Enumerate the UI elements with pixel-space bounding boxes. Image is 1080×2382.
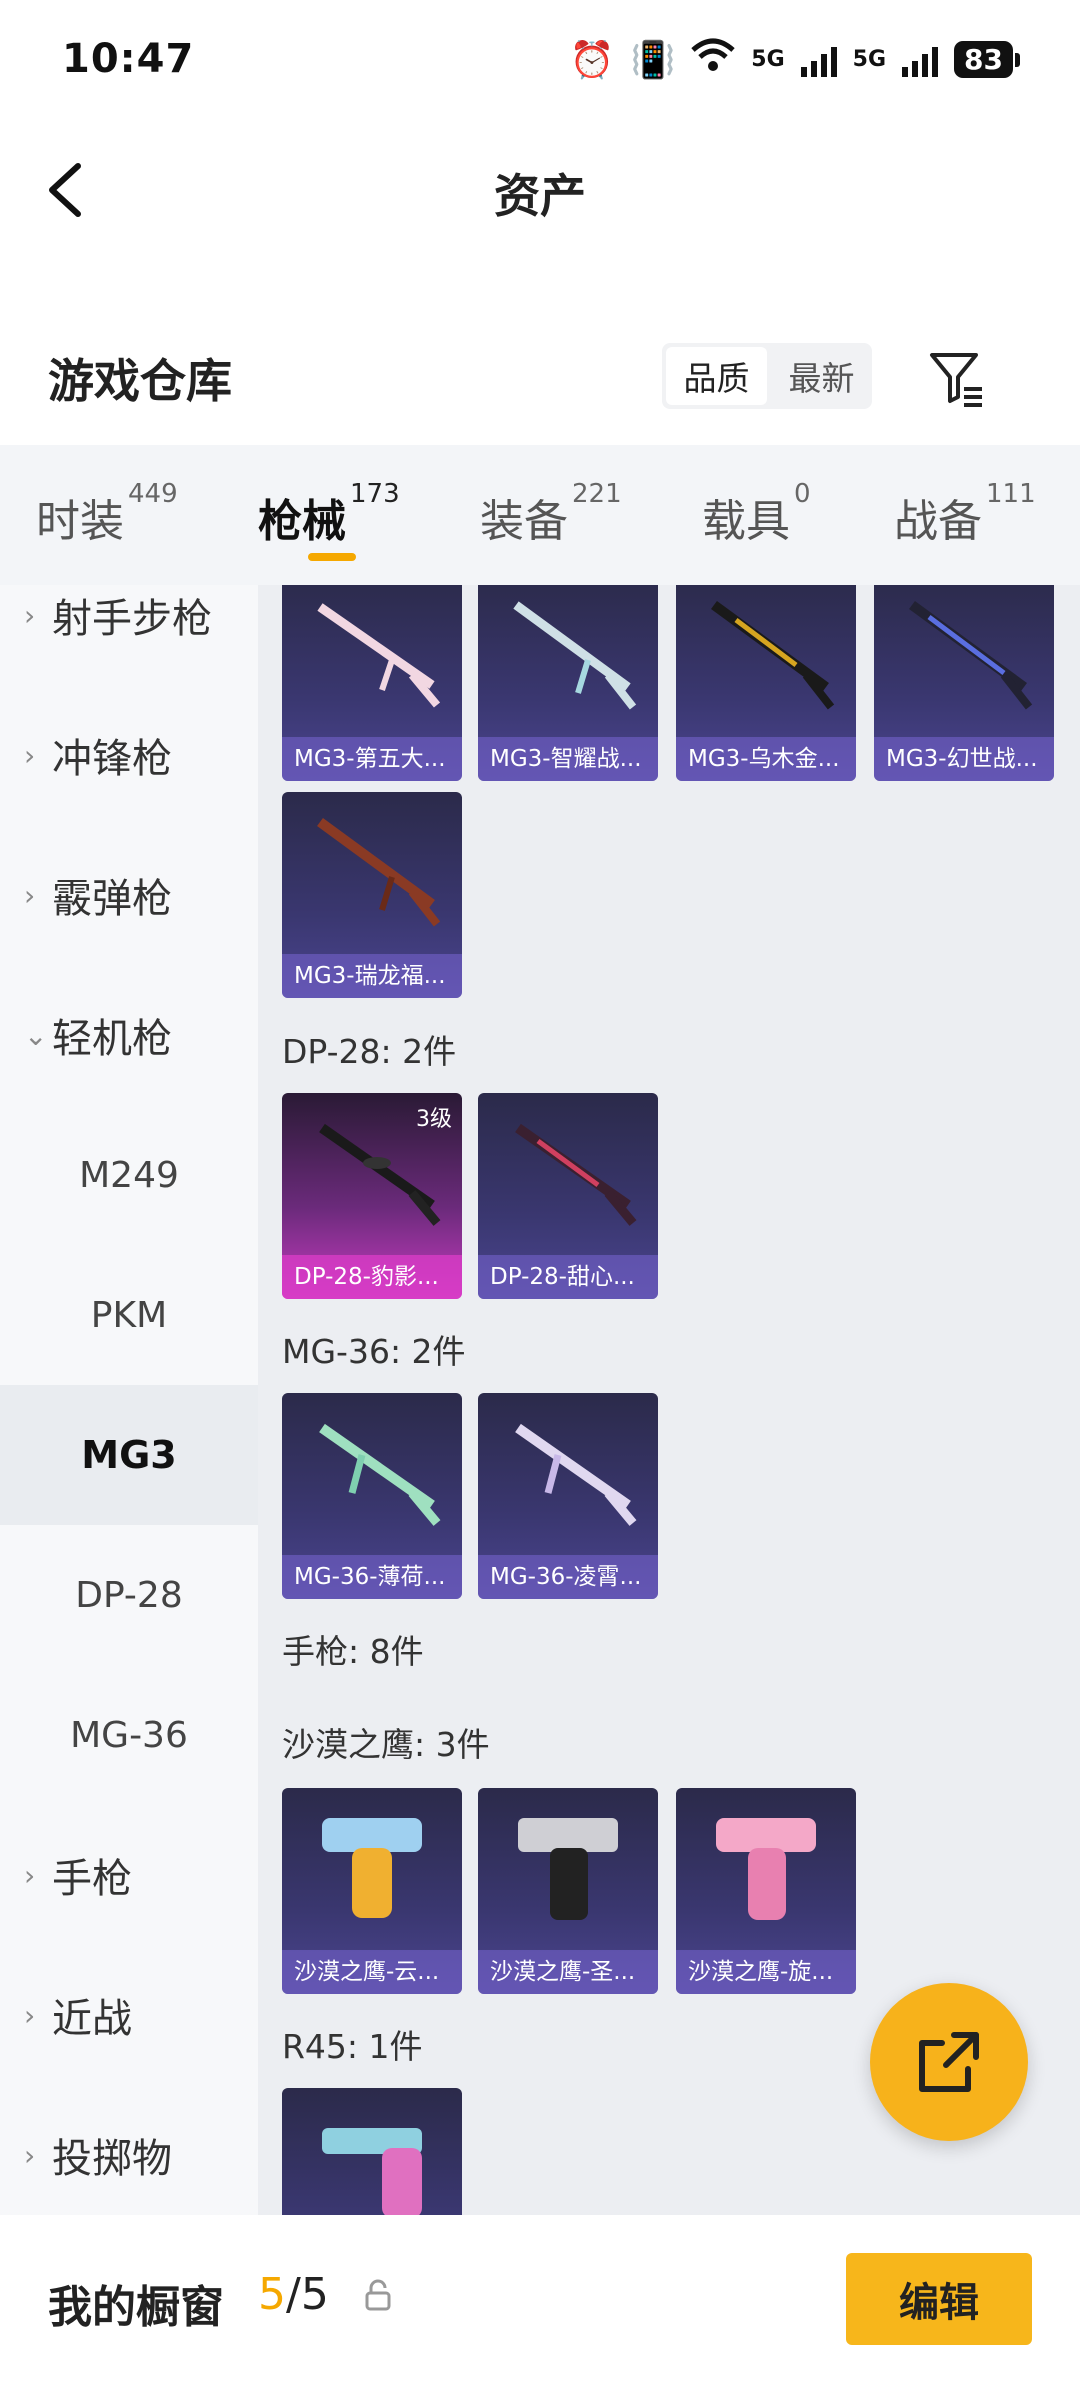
sidebar-item-throwable[interactable]: › 投掷物 — [0, 2085, 258, 2215]
category-tabs: 时装449 枪械173 装备221 载具0 战备111 — [0, 445, 1080, 585]
group-label-mg36: MG-36: 2件 — [282, 1332, 466, 1371]
weapon-mg36-image — [515, 1423, 637, 1526]
status-bar: 10:47 ⏰ 📳 5G 5G 83 — [0, 0, 1080, 120]
weapon-card[interactable]: MG3-第五大... — [282, 585, 462, 781]
vibrate-icon: 📳 — [630, 39, 676, 81]
nav-bar: 资产 — [0, 130, 1080, 250]
tab-supplies[interactable]: 战备111 — [894, 479, 1036, 549]
weapon-card[interactable]: DP-28-甜心... — [478, 1093, 658, 1299]
share-export-icon[interactable] — [870, 1983, 1028, 2141]
chevron-down-icon: ⌄ — [24, 1018, 48, 1052]
sidebar-item-lmg[interactable]: ⌄ 轻机枪 — [0, 965, 258, 1105]
weapon-grid: MG3-第五大... MG3-智耀战... MG3-乌木金... MG3-幻世战… — [258, 585, 1080, 2215]
sidebar-item-smg[interactable]: › 冲锋枪 — [0, 685, 258, 825]
weapon-mg3-image — [513, 601, 637, 710]
sort-quality-option[interactable]: 品质 — [666, 347, 767, 405]
showcase-bar: 我的橱窗 5/5 编辑 — [0, 2215, 1080, 2382]
weapon-card[interactable]: MG3-幻世战... — [874, 585, 1054, 781]
sidebar-subitem-dp28[interactable]: DP-28 — [0, 1525, 258, 1665]
warehouse-header: 游戏仓库 品质 最新 — [0, 325, 1080, 435]
sort-toggle: 品质 最新 — [662, 343, 872, 409]
tab-equipment[interactable]: 装备221 — [480, 479, 622, 549]
lock-icon — [364, 2279, 392, 2313]
signal-icon — [800, 43, 837, 77]
sidebar-subitem-mg36[interactable]: MG-36 — [0, 1665, 258, 1805]
weapon-card[interactable]: MG3-乌木金... — [676, 585, 856, 781]
weapon-card[interactable]: 3级 DP-28-豹影... — [282, 1093, 462, 1299]
weapon-category-sidebar: › 射手步枪 › 冲锋枪 › 霰弹枪 ⌄ 轻机枪 M249 PKM MG3 DP… — [0, 585, 258, 2215]
weapon-mg3-image — [317, 603, 441, 708]
page-title: 资产 — [494, 169, 586, 223]
chevron-right-icon: › — [24, 878, 36, 912]
weapon-card[interactable]: MG3-瑞龙福... — [282, 792, 462, 998]
sidebar-item-pistol[interactable]: › 手枪 — [0, 1805, 258, 1945]
tab-fashion[interactable]: 时装449 — [36, 479, 178, 549]
status-time: 10:47 — [62, 36, 195, 82]
group-label-deagle: 沙漠之鹰: 3件 — [282, 1725, 490, 1764]
weapon-card[interactable] — [282, 2088, 462, 2215]
alarm-icon: ⏰ — [569, 39, 615, 81]
showcase-label: 我的橱窗 — [48, 2282, 224, 2333]
sidebar-subitem-mg3[interactable]: MG3 — [0, 1385, 258, 1525]
chevron-right-icon: › — [24, 1858, 36, 1892]
tab-vehicles[interactable]: 载具0 — [702, 479, 811, 549]
group-label-pistol: 手枪: 8件 — [282, 1632, 424, 1671]
level-badge: 3级 — [416, 1107, 452, 1132]
sidebar-subitem-pkm[interactable]: PKM — [0, 1245, 258, 1385]
sidebar-item-shotgun[interactable]: › 霰弹枪 — [0, 825, 258, 965]
group-label-dp28: DP-28: 2件 — [282, 1032, 457, 1071]
weapon-card[interactable]: MG-36-凌霄... — [478, 1393, 658, 1599]
weapon-deagle-image — [518, 1818, 618, 1920]
status-icons: ⏰ 📳 5G 5G 83 — [570, 38, 1020, 81]
showcase-count: 5/5 — [258, 2269, 329, 2320]
weapon-mg3-image — [711, 600, 835, 710]
weapon-card[interactable]: MG-36-薄荷... — [282, 1393, 462, 1599]
weapon-dp28-image — [515, 1123, 637, 1226]
tab-indicator — [308, 553, 356, 561]
filter-icon[interactable] — [926, 347, 988, 409]
section-title: 游戏仓库 — [48, 354, 232, 408]
sidebar-subitem-m249[interactable]: M249 — [0, 1105, 258, 1245]
weapon-mg36-image — [319, 1423, 441, 1526]
weapon-mg3-image — [317, 817, 441, 927]
weapon-card[interactable]: 沙漠之鹰-旋... — [676, 1788, 856, 1994]
weapon-card[interactable]: 沙漠之鹰-云... — [282, 1788, 462, 1994]
weapon-deagle-image — [716, 1818, 816, 1920]
wifi-icon — [691, 38, 735, 81]
group-label-r45: R45: 1件 — [282, 2027, 423, 2066]
chevron-right-icon: › — [24, 2138, 36, 2172]
weapon-card[interactable]: MG3-智耀战... — [478, 585, 658, 781]
signal-icon — [902, 43, 939, 77]
sort-latest-option[interactable]: 最新 — [771, 343, 872, 409]
chevron-right-icon: › — [24, 738, 36, 772]
weapon-r45-image — [322, 2128, 422, 2215]
chevron-right-icon: › — [24, 598, 36, 632]
chevron-right-icon: › — [24, 1998, 36, 2032]
sidebar-item-marksman-rifle[interactable]: › 射手步枪 — [0, 585, 258, 685]
battery-level: 83 — [954, 41, 1013, 78]
weapon-deagle-image — [322, 1818, 422, 1918]
weapon-card[interactable]: 沙漠之鹰-圣... — [478, 1788, 658, 1994]
edit-button[interactable]: 编辑 — [846, 2253, 1032, 2345]
weapon-mg3-image — [909, 600, 1033, 710]
network-label: 5G — [852, 47, 887, 72]
network-label: 5G — [751, 47, 785, 72]
tab-firearms[interactable]: 枪械173 — [258, 479, 400, 549]
battery-icon: 83 — [954, 41, 1020, 78]
sidebar-item-melee[interactable]: › 近战 — [0, 1945, 258, 2085]
